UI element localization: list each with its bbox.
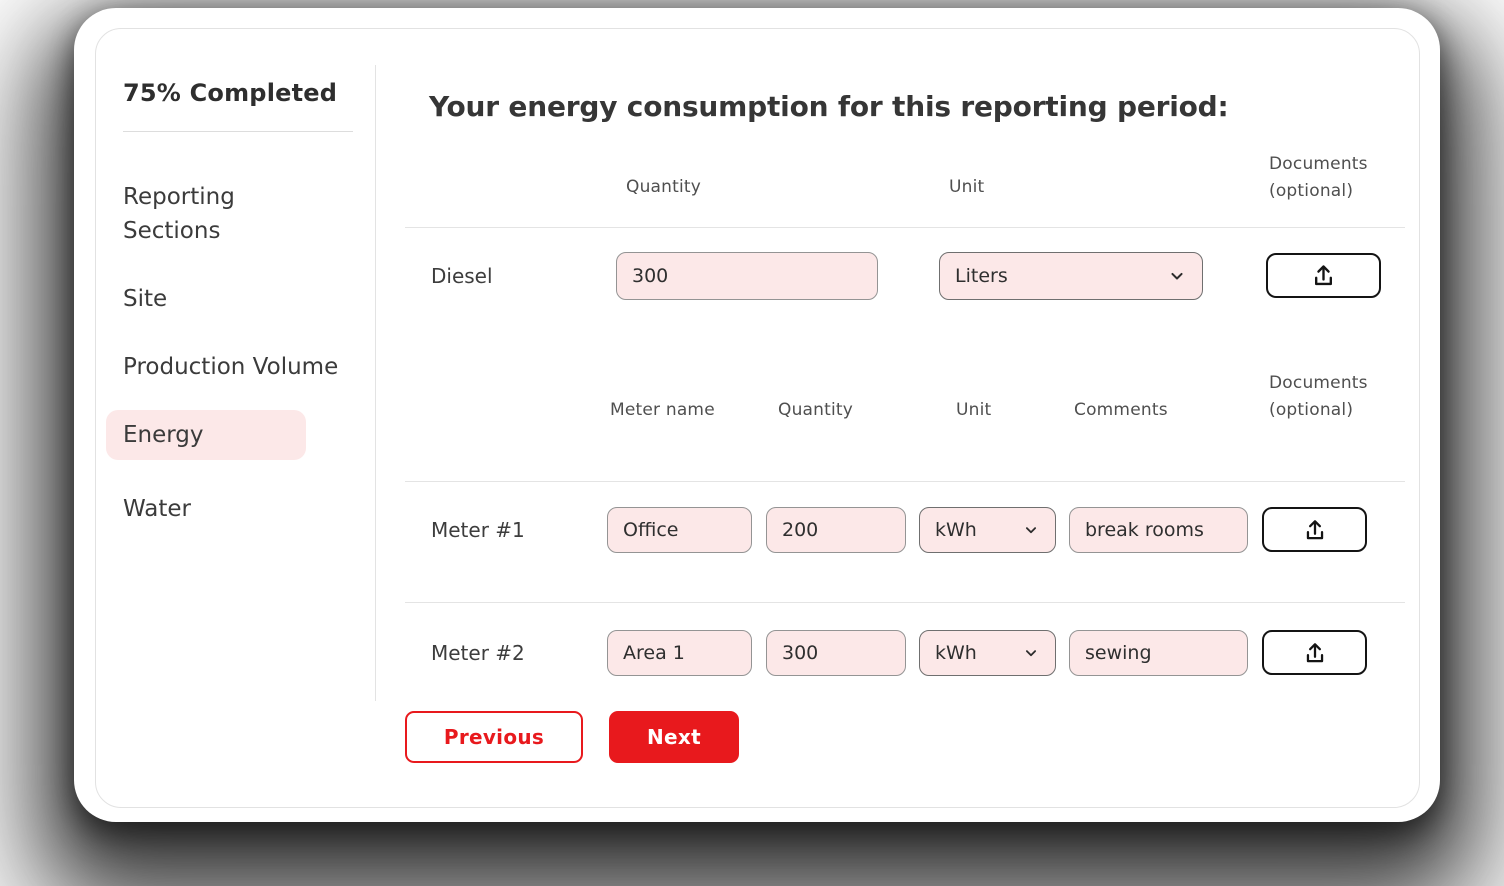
form-actions: Previous Next	[405, 711, 1405, 763]
documents-header-line1: Documents	[1269, 154, 1368, 174]
meter1-comments-input[interactable]	[1069, 507, 1248, 553]
page-title: Your energy consumption for this reporti…	[429, 90, 1229, 123]
meter1-row-label: Meter #1	[431, 518, 525, 542]
meter1-unit-select[interactable]: kWh	[919, 507, 1056, 553]
documents-header-line1: Documents	[1269, 373, 1368, 393]
sidebar-item-reporting-sections[interactable]: Reporting Sections	[123, 180, 339, 248]
sidebar-divider	[123, 131, 353, 132]
sidebar: 75% Completed Reporting Sections Site Pr…	[96, 29, 376, 807]
sidebar-nav: Reporting Sections Site Production Volum…	[106, 180, 339, 526]
sidebar-item-energy[interactable]: Energy	[106, 410, 306, 460]
documents-header-line2: (optional)	[1269, 400, 1354, 420]
report-card: 75% Completed Reporting Sections Site Pr…	[74, 8, 1440, 822]
main-content: Your energy consumption for this reporti…	[376, 29, 1419, 807]
fuel-table-divider	[405, 227, 1405, 228]
table-row-meter-1: Meter #1 kWh	[405, 507, 1405, 553]
meter-name-header: Meter name	[610, 400, 715, 420]
meter2-name-input[interactable]	[607, 630, 752, 676]
meter2-row-label: Meter #2	[431, 641, 525, 665]
meter1-name-input[interactable]	[607, 507, 752, 553]
fuel-unit-header: Unit	[949, 177, 985, 197]
diesel-quantity-input[interactable]	[616, 252, 878, 300]
documents-header-line2: (optional)	[1269, 181, 1354, 201]
meter-table-header: Meter name Quantity Unit Comments Docume…	[405, 366, 1405, 424]
form-panel: 75% Completed Reporting Sections Site Pr…	[95, 28, 1420, 808]
meter-documents-header: Documents (optional)	[1269, 370, 1368, 424]
meter2-quantity-input[interactable]	[766, 630, 906, 676]
meter2-comments-input[interactable]	[1069, 630, 1248, 676]
previous-button[interactable]: Previous	[405, 711, 583, 763]
diesel-row-label: Diesel	[431, 264, 493, 288]
diesel-unit-select-wrap: Liters	[939, 252, 1203, 300]
fuel-table-header: Quantity Unit Documents (optional)	[405, 141, 1405, 205]
upload-icon	[1306, 519, 1323, 539]
sidebar-item-production-volume[interactable]: Production Volume	[123, 350, 339, 384]
fuel-documents-header: Documents (optional)	[1269, 151, 1368, 205]
upload-icon	[1306, 642, 1323, 662]
diesel-unit-select[interactable]: Liters	[939, 252, 1203, 300]
meter-table-divider-2	[405, 602, 1405, 603]
meter-unit-header: Unit	[956, 400, 992, 420]
table-row-meter-2: Meter #2 kWh	[405, 630, 1405, 676]
meter1-upload-button[interactable]	[1262, 507, 1367, 552]
sidebar-item-water[interactable]: Water	[123, 492, 339, 526]
meter2-unit-select[interactable]: kWh	[919, 630, 1056, 676]
upload-icon	[1315, 265, 1332, 286]
diesel-upload-button[interactable]	[1266, 253, 1381, 298]
meter2-unit-select-wrap: kWh	[919, 630, 1056, 676]
sidebar-item-site[interactable]: Site	[123, 282, 339, 316]
fuel-quantity-header: Quantity	[626, 177, 702, 197]
next-button[interactable]: Next	[609, 711, 739, 763]
meter2-upload-button[interactable]	[1262, 630, 1367, 675]
progress-label: 75% Completed	[123, 79, 338, 107]
meter1-quantity-input[interactable]	[766, 507, 906, 553]
meter-comments-header: Comments	[1074, 400, 1168, 420]
meter-quantity-header: Quantity	[778, 400, 854, 420]
meter-table-divider-1	[405, 481, 1405, 482]
table-row-diesel: Diesel Liters	[405, 252, 1405, 300]
meter1-unit-select-wrap: kWh	[919, 507, 1056, 553]
